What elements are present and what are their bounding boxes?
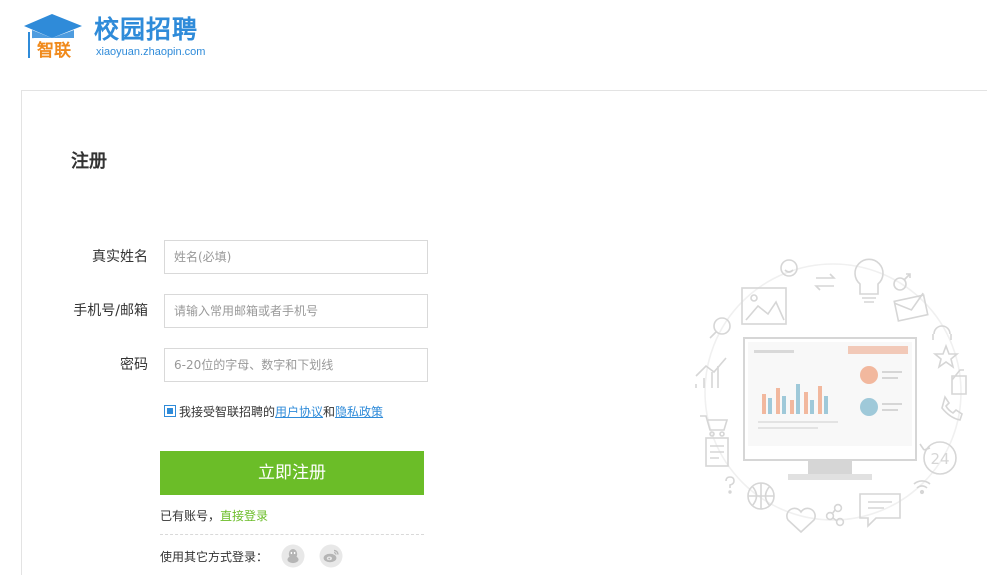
password-input[interactable] [164,348,428,382]
other-login-label: 使用其它方式登录： [160,550,269,564]
name-input[interactable] [164,240,428,274]
checkbox-check-mark [167,408,173,414]
monitor-icon [743,337,917,480]
page-title: 注册 [71,151,107,172]
cart-icon [700,415,729,431]
smile-icon [780,259,798,277]
login-prefix: 已有账号， [160,509,221,523]
agreement-checkbox[interactable] [164,405,176,417]
heart-icon [786,507,816,534]
weibo-icon[interactable] [319,544,343,568]
decorative-illustration: 24 [695,258,967,534]
name-label: 真实姓名 [92,249,148,265]
picture-icon [741,287,787,325]
register-button[interactable]: 立即注册 [160,451,424,495]
lightbulb-icon [854,258,884,303]
brand-url: xiaoyuan.zhaopin.com [96,46,206,58]
arrows-icon [814,273,836,291]
search-icon [713,317,731,335]
login-row: 已有账号，直接登录 [160,507,268,524]
clock-badge-text: 24 [930,450,949,468]
password-label: 密码 [120,357,148,373]
question-icon [725,476,735,488]
divider [160,534,424,535]
agreement-and: 和 [323,404,336,419]
agreement-prefix: 我接受智联招聘的 [179,404,276,419]
mail-icon [893,294,929,322]
share-icon [833,503,843,513]
qq-icon[interactable] [281,544,305,568]
account-label: 手机号/邮箱 [73,303,148,319]
logo-mark-text: 智联 [37,40,71,61]
user-agreement-link[interactable]: 用户协议 [275,403,323,420]
page-header: 智联 校园招聘 xiaoyuan.zhaopin.com [0,0,987,90]
privacy-policy-link[interactable]: 隐私政策 [335,403,383,420]
account-input[interactable] [164,294,428,328]
zhaopin-logo-icon[interactable]: 智联 [22,12,86,64]
login-link[interactable]: 直接登录 [220,509,268,523]
agreement-row: 我接受智联招聘的 用户协议 和 隐私政策 [164,402,383,420]
brand-title[interactable]: 校园招聘 [94,15,198,45]
chat-icon [859,493,901,528]
